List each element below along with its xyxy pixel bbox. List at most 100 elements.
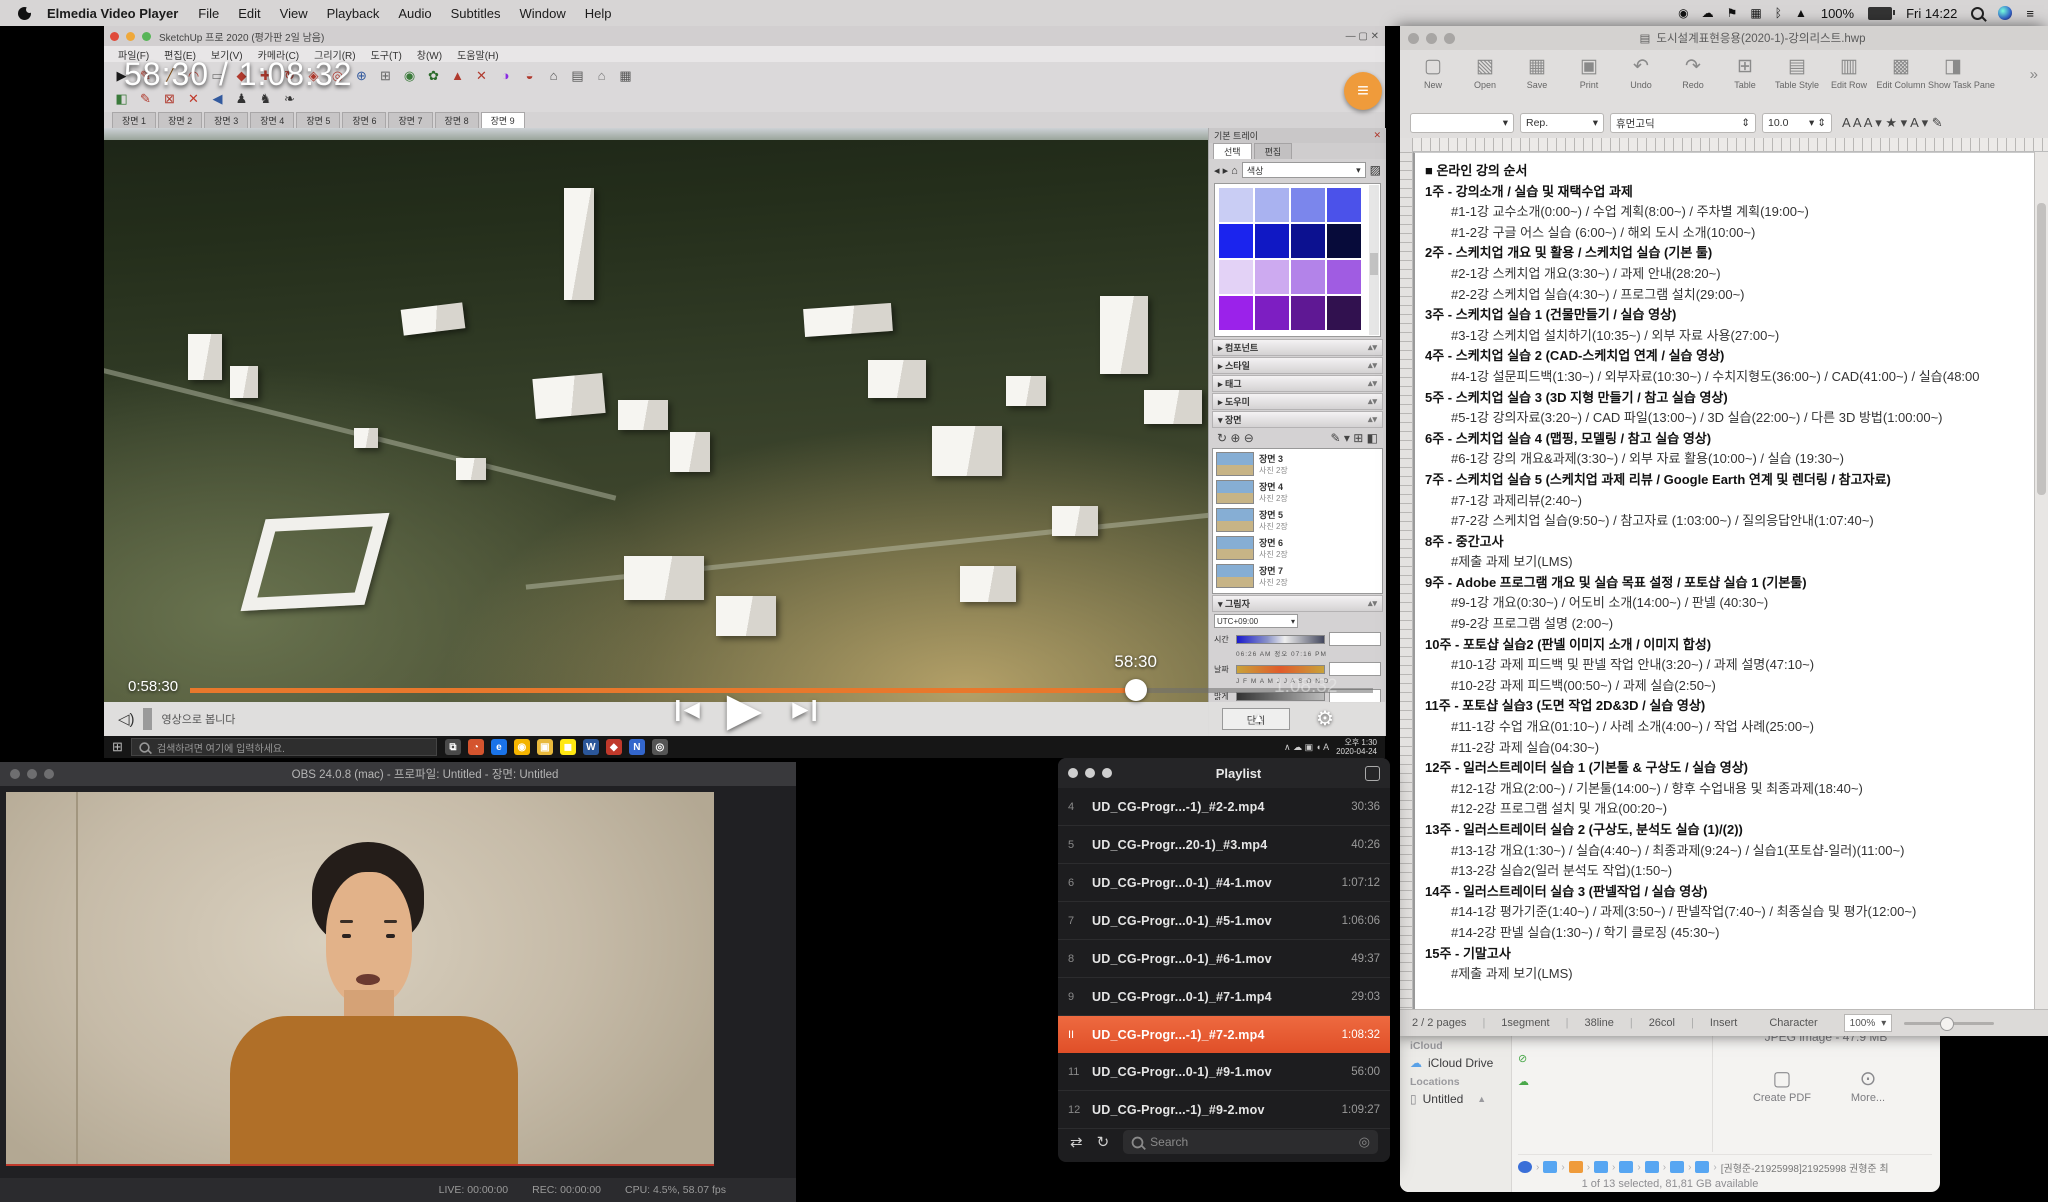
- scene-list-item[interactable]: 장면 7 사진 2장: [1216, 564, 1379, 588]
- color-swatch[interactable]: [1327, 260, 1361, 294]
- repeat-icon[interactable]: ↻: [1097, 1133, 1110, 1151]
- close-icon[interactable]: [1068, 768, 1078, 778]
- color-swatch[interactable]: [1255, 260, 1289, 294]
- sketchup-tool-icon[interactable]: ▲: [446, 65, 469, 86]
- color-swatch[interactable]: [1327, 188, 1361, 222]
- maximize-icon[interactable]: [1102, 768, 1112, 778]
- scene-tab[interactable]: 장면 4: [250, 112, 294, 128]
- paint-bucket-icon[interactable]: ▨: [1370, 163, 1381, 177]
- status-icon[interactable]: ☁: [1702, 6, 1714, 20]
- scene-list-item[interactable]: 장면 5 사진 2장: [1216, 508, 1379, 532]
- minimize-icon[interactable]: [1085, 768, 1095, 778]
- sketchup-window-controls[interactable]: — ▢ ✕: [1346, 31, 1379, 42]
- color-swatch[interactable]: [1291, 224, 1325, 258]
- taskbar-app-icon[interactable]: ⧉: [445, 739, 461, 755]
- shadows-section-bar[interactable]: ▾ 그림자 ▴▾: [1212, 595, 1383, 612]
- player-menu-button[interactable]: ≡: [1344, 72, 1382, 110]
- menubar-menu-item[interactable]: Playback: [327, 6, 380, 21]
- sketchup-tool-icon[interactable]: ⊕: [350, 65, 373, 86]
- color-swatch[interactable]: [1255, 296, 1289, 330]
- status-insert-mode[interactable]: Insert: [1694, 1017, 1754, 1029]
- hwp-scrollbar[interactable]: [2034, 152, 2048, 1010]
- color-swatch[interactable]: [1219, 260, 1253, 294]
- color-swatch[interactable]: [1327, 296, 1361, 330]
- hwp-toolbar-button[interactable]: ↷ Redo: [1668, 54, 1718, 90]
- finder-path-bar[interactable]: › › › › › › › › [권형준-21925998]21925998 권…: [1518, 1154, 1932, 1179]
- sketchup-tool-icon[interactable]: ⌂: [542, 65, 565, 86]
- status-icon[interactable]: ▲: [1795, 6, 1807, 20]
- zoom-dropdown[interactable]: 100%▾: [1844, 1014, 1893, 1032]
- playlist-row[interactable]: 5 UD_CG-Progr...20-1)_#3.mp4 40:26: [1058, 826, 1390, 864]
- tray-section-bar[interactable]: ▸ 태그 ▴▾: [1212, 375, 1383, 392]
- playlist-row[interactable]: 11 UD_CG-Progr...0-1)_#9-1.mov 56:00: [1058, 1053, 1390, 1091]
- tray-section-bar[interactable]: ▸ 스타일 ▴▾: [1212, 357, 1383, 374]
- previous-button[interactable]: ❙◀: [669, 697, 697, 722]
- taskbar-app-icon[interactable]: e: [491, 739, 507, 755]
- hwp-toolbar-button[interactable]: ▧ Open: [1460, 54, 1510, 90]
- close-icon[interactable]: [10, 769, 20, 779]
- volume-icon[interactable]: ◁): [118, 710, 135, 728]
- sketchup-tool-icon[interactable]: ◑: [494, 65, 517, 86]
- tray-section-bar[interactable]: ▸ 도우미 ▴▾: [1212, 393, 1383, 410]
- sketchup-tool-icon[interactable]: ◉: [398, 65, 421, 86]
- sketchup-menu-item[interactable]: 도구(T): [371, 47, 402, 62]
- menubar-menu-item[interactable]: Edit: [238, 6, 260, 21]
- color-swatch[interactable]: [1291, 188, 1325, 222]
- sketchup-tool-icon[interactable]: ◒: [518, 65, 541, 86]
- menubar-menu-item[interactable]: Window: [519, 6, 565, 21]
- color-swatch[interactable]: [1219, 296, 1253, 330]
- menubar-menu-item[interactable]: File: [198, 6, 219, 21]
- minimize-icon[interactable]: [27, 769, 37, 779]
- sketchup-viewport[interactable]: [104, 128, 1208, 702]
- section-toggle-icon[interactable]: ▴▾: [1368, 414, 1377, 425]
- hwp-toolbar-button[interactable]: ▥ Edit Row: [1824, 54, 1874, 90]
- playlist-row[interactable]: 4 UD_CG-Progr...-1)_#2-2.mp4 30:36: [1058, 788, 1390, 826]
- collapse-chevron-icon[interactable]: ▲: [1252, 710, 1265, 725]
- more-button[interactable]: ⊙ More...: [1830, 1066, 1906, 1104]
- rep-dropdown[interactable]: Rep.▾: [1520, 113, 1604, 133]
- spotlight-search-icon[interactable]: [1971, 7, 1984, 20]
- sidebar-item-icloud-drive[interactable]: ☁ iCloud Drive: [1410, 1056, 1511, 1070]
- time-value-box[interactable]: [1329, 632, 1381, 646]
- menubar-menu-item[interactable]: Audio: [398, 6, 431, 21]
- hwp-toolbar-button[interactable]: ▦ Save: [1512, 54, 1562, 90]
- menubar-app-name[interactable]: Elmedia Video Player: [47, 6, 178, 21]
- close-icon[interactable]: [1408, 33, 1419, 44]
- color-swatch[interactable]: [1291, 296, 1325, 330]
- volume-slider[interactable]: [143, 708, 152, 730]
- color-swatch[interactable]: [1219, 188, 1253, 222]
- shuffle-icon[interactable]: ⇄: [1070, 1133, 1083, 1151]
- materials-dropdown[interactable]: 색상 ▾: [1242, 162, 1366, 178]
- taskbar-app-icon[interactable]: ◼: [560, 739, 576, 755]
- playlist-titlebar[interactable]: Playlist: [1058, 758, 1390, 788]
- section-toggle-icon[interactable]: ▴▾: [1368, 342, 1377, 353]
- menubar-menu-item[interactable]: Subtitles: [451, 6, 501, 21]
- menubar-clock[interactable]: Fri 14:22: [1906, 6, 1957, 21]
- maximize-icon[interactable]: [1444, 33, 1455, 44]
- status-icon[interactable]: ⚑: [1727, 6, 1738, 20]
- windows-start-icon[interactable]: ⊞: [112, 739, 123, 755]
- play-button[interactable]: ▶: [727, 686, 762, 732]
- taskbar-app-icon[interactable]: ◆: [606, 739, 622, 755]
- playlist-row[interactable]: 9 UD_CG-Progr...0-1)_#7-1.mp4 29:03: [1058, 978, 1390, 1016]
- scene-tab[interactable]: 장면 3: [204, 112, 248, 128]
- scenes-toolbar-left-icons[interactable]: ↻ ⊕ ⊖: [1217, 431, 1254, 445]
- hwp-toolbar-button[interactable]: ▣ Print: [1564, 54, 1614, 90]
- scene-tab[interactable]: 장면 5: [296, 112, 340, 128]
- playlist-row[interactable]: II UD_CG-Progr...-1)_#7-2.mp4 1:08:32: [1058, 1016, 1390, 1053]
- font-size-dropdown[interactable]: 10.0▾ ⇕: [1762, 113, 1832, 133]
- section-toggle-icon[interactable]: ▴▾: [1368, 396, 1377, 407]
- scene-tab[interactable]: 장면 8: [435, 112, 479, 128]
- next-button[interactable]: ▶❙: [792, 697, 820, 722]
- hwp-titlebar[interactable]: ▤ 도시설계표현응용(2020-1)-강의리스트.hwp: [1400, 26, 2048, 50]
- siri-icon[interactable]: [1998, 6, 2012, 20]
- date-slider[interactable]: [1236, 665, 1325, 674]
- obs-titlebar[interactable]: OBS 24.0.8 (mac) - 프로파일: Untitled - 장면: …: [0, 762, 796, 786]
- sketchup-tool-icon[interactable]: ▤: [566, 65, 589, 86]
- maximize-icon[interactable]: [44, 769, 54, 779]
- color-swatch[interactable]: [1255, 188, 1289, 222]
- sketchup-tool-icon[interactable]: ⌂: [590, 65, 613, 86]
- section-toggle-icon[interactable]: ▴▾: [1368, 360, 1377, 371]
- sketchup-tool-icon[interactable]: ✕: [470, 65, 493, 86]
- utc-dropdown[interactable]: UTC+09:00▾: [1214, 614, 1298, 628]
